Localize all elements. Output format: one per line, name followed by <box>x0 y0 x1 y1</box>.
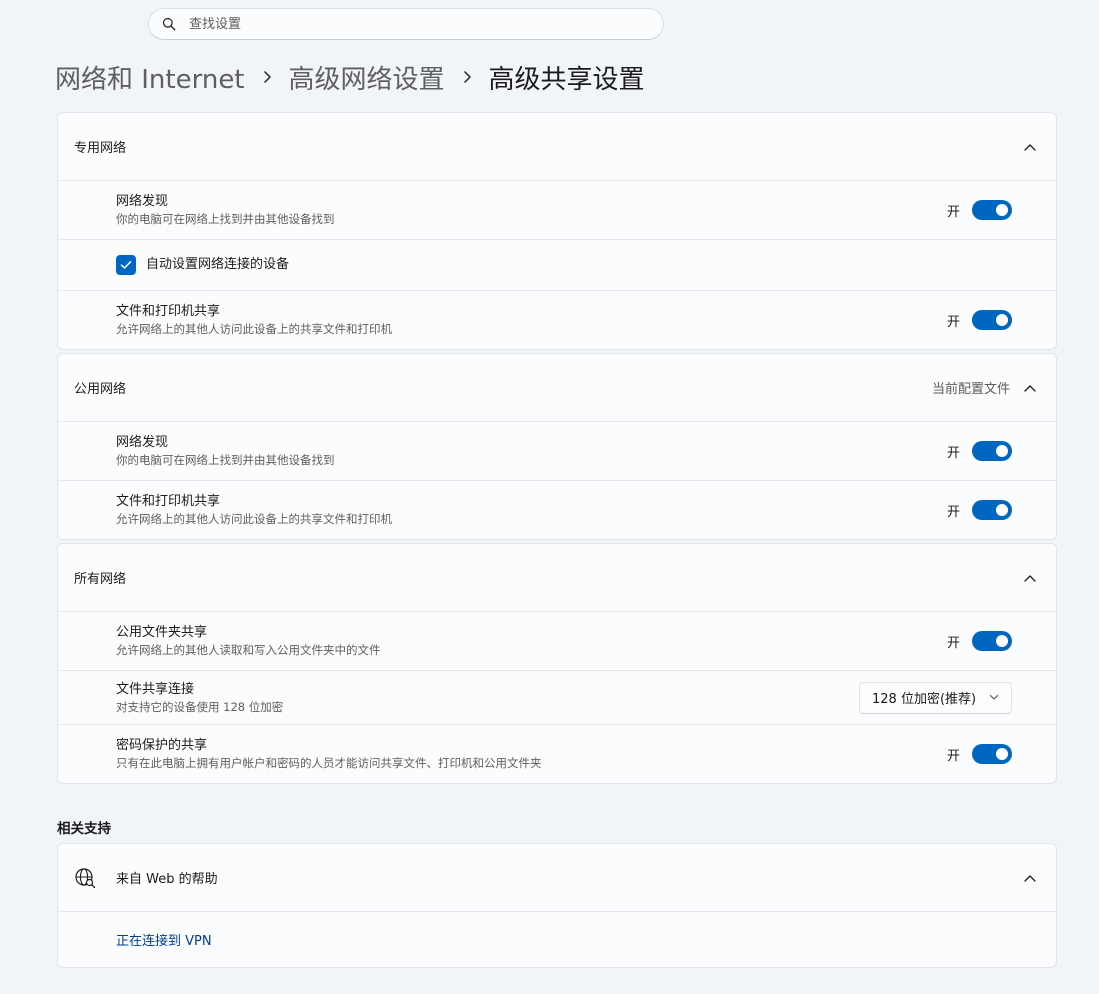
chevron-up-icon[interactable] <box>1022 139 1038 155</box>
public-network-header[interactable]: 公用网络 当前配置文件 <box>58 354 1056 422</box>
setting-description: 只有在此电脑上拥有用户帐户和密码的人员才能访问共享文件、打印机和公用文件夹 <box>116 756 542 770</box>
settings-page: 网络和 Internet 高级网络设置 高级共享设置 专用网络 网络发现 你的电… <box>0 0 1099 994</box>
chevron-down-icon <box>989 690 999 705</box>
password-protected-sharing-toggle[interactable] <box>972 744 1012 764</box>
setting-title: 文件共享连接 <box>116 681 195 697</box>
public-folder-sharing-row: 公用文件夹共享 允许网络上的其他人读取和写入公用文件夹中的文件 开 <box>58 612 1056 671</box>
public-folder-sharing-toggle[interactable] <box>972 631 1012 651</box>
setting-description: 你的电脑可在网络上找到并由其他设备找到 <box>116 453 335 467</box>
search-box[interactable] <box>148 8 664 40</box>
page-title: 高级共享设置 <box>488 64 645 95</box>
setting-description: 允许网络上的其他人访问此设备上的共享文件和打印机 <box>116 512 392 526</box>
file-sharing-connection-row: 文件共享连接 对支持它的设备使用 128 位加密 128 位加密(推荐) <box>58 671 1056 725</box>
auto-setup-row: 自动设置网络连接的设备 <box>58 240 1056 291</box>
chevron-up-icon[interactable] <box>1022 380 1038 396</box>
public-network-card: 公用网络 当前配置文件 网络发现 你的电脑可在网络上找到并由其他设备找到 开 文… <box>57 353 1057 540</box>
toggle-state-label: 开 <box>946 504 960 520</box>
vpn-help-row: 正在连接到 VPN <box>58 912 1056 967</box>
auto-setup-checkbox[interactable] <box>116 255 136 275</box>
all-networks-card: 所有网络 公用文件夹共享 允许网络上的其他人读取和写入公用文件夹中的文件 开 文… <box>57 543 1057 784</box>
breadcrumb: 网络和 Internet 高级网络设置 高级共享设置 <box>55 57 645 97</box>
web-help-header[interactable]: 来自 Web 的帮助 <box>58 844 1056 912</box>
toggle-state-label: 开 <box>946 445 960 461</box>
chevron-up-icon[interactable] <box>1022 870 1038 886</box>
public-network-discovery-row: 网络发现 你的电脑可在网络上找到并由其他设备找到 开 <box>58 422 1056 481</box>
setting-title: 文件和打印机共享 <box>116 304 221 319</box>
search-icon <box>161 16 177 32</box>
vpn-help-link[interactable]: 正在连接到 VPN <box>116 930 212 949</box>
private-network-title: 专用网络 <box>74 141 127 156</box>
search-input[interactable] <box>189 16 629 32</box>
toggle-state-label: 开 <box>946 748 960 764</box>
all-networks-header[interactable]: 所有网络 <box>58 544 1056 612</box>
dropdown-selected-value: 128 位加密(推荐) <box>872 692 977 707</box>
public-network-title: 公用网络 <box>74 382 127 397</box>
toggle-state-label: 开 <box>946 635 960 651</box>
related-support-title: 相关支持 <box>57 821 111 837</box>
globe-icon <box>74 867 96 889</box>
setting-title: 网络发现 <box>116 435 169 450</box>
encryption-dropdown[interactable]: 128 位加密(推荐) <box>859 681 1012 714</box>
file-printer-sharing-toggle[interactable] <box>972 500 1012 520</box>
public-file-sharing-row: 文件和打印机共享 允许网络上的其他人访问此设备上的共享文件和打印机 开 <box>58 481 1056 539</box>
setting-description: 允许网络上的其他人访问此设备上的共享文件和打印机 <box>116 322 392 336</box>
web-help-card: 来自 Web 的帮助 正在连接到 VPN <box>57 843 1057 968</box>
private-file-sharing-row: 文件和打印机共享 允许网络上的其他人访问此设备上的共享文件和打印机 开 <box>58 291 1056 349</box>
chevron-up-icon[interactable] <box>1022 570 1038 586</box>
password-protected-sharing-row: 密码保护的共享 只有在此电脑上拥有用户帐户和密码的人员才能访问共享文件、打印机和… <box>58 725 1056 783</box>
toggle-state-label: 开 <box>946 204 960 220</box>
checkmark-icon <box>120 261 132 269</box>
setting-title: 网络发现 <box>116 194 169 209</box>
current-profile-label: 当前配置文件 <box>931 382 1010 397</box>
setting-title: 文件和打印机共享 <box>116 494 221 509</box>
private-network-discovery-row: 网络发现 你的电脑可在网络上找到并由其他设备找到 开 <box>58 181 1056 240</box>
setting-description: 允许网络上的其他人读取和写入公用文件夹中的文件 <box>116 643 381 657</box>
setting-description: 对支持它的设备使用 128 位加密 <box>116 699 284 714</box>
setting-description: 你的电脑可在网络上找到并由其他设备找到 <box>116 212 335 226</box>
web-help-title: 来自 Web 的帮助 <box>116 872 218 887</box>
toggle-state-label: 开 <box>946 314 960 330</box>
chevron-right-icon <box>245 70 289 84</box>
auto-setup-label[interactable]: 自动设置网络连接的设备 <box>146 256 289 274</box>
network-discovery-toggle[interactable] <box>972 200 1012 220</box>
private-network-header[interactable]: 专用网络 <box>58 113 1056 181</box>
setting-title: 公用文件夹共享 <box>116 625 208 640</box>
breadcrumb-item-network-internet[interactable]: 网络和 Internet <box>55 59 245 96</box>
file-printer-sharing-toggle[interactable] <box>972 310 1012 330</box>
all-networks-title: 所有网络 <box>74 572 127 587</box>
network-discovery-toggle[interactable] <box>972 441 1012 461</box>
breadcrumb-item-advanced-network[interactable]: 高级网络设置 <box>289 59 445 96</box>
setting-title: 密码保护的共享 <box>116 738 208 753</box>
private-network-card: 专用网络 网络发现 你的电脑可在网络上找到并由其他设备找到 开 自动设置网络连接… <box>57 112 1057 350</box>
chevron-right-icon <box>445 70 489 84</box>
